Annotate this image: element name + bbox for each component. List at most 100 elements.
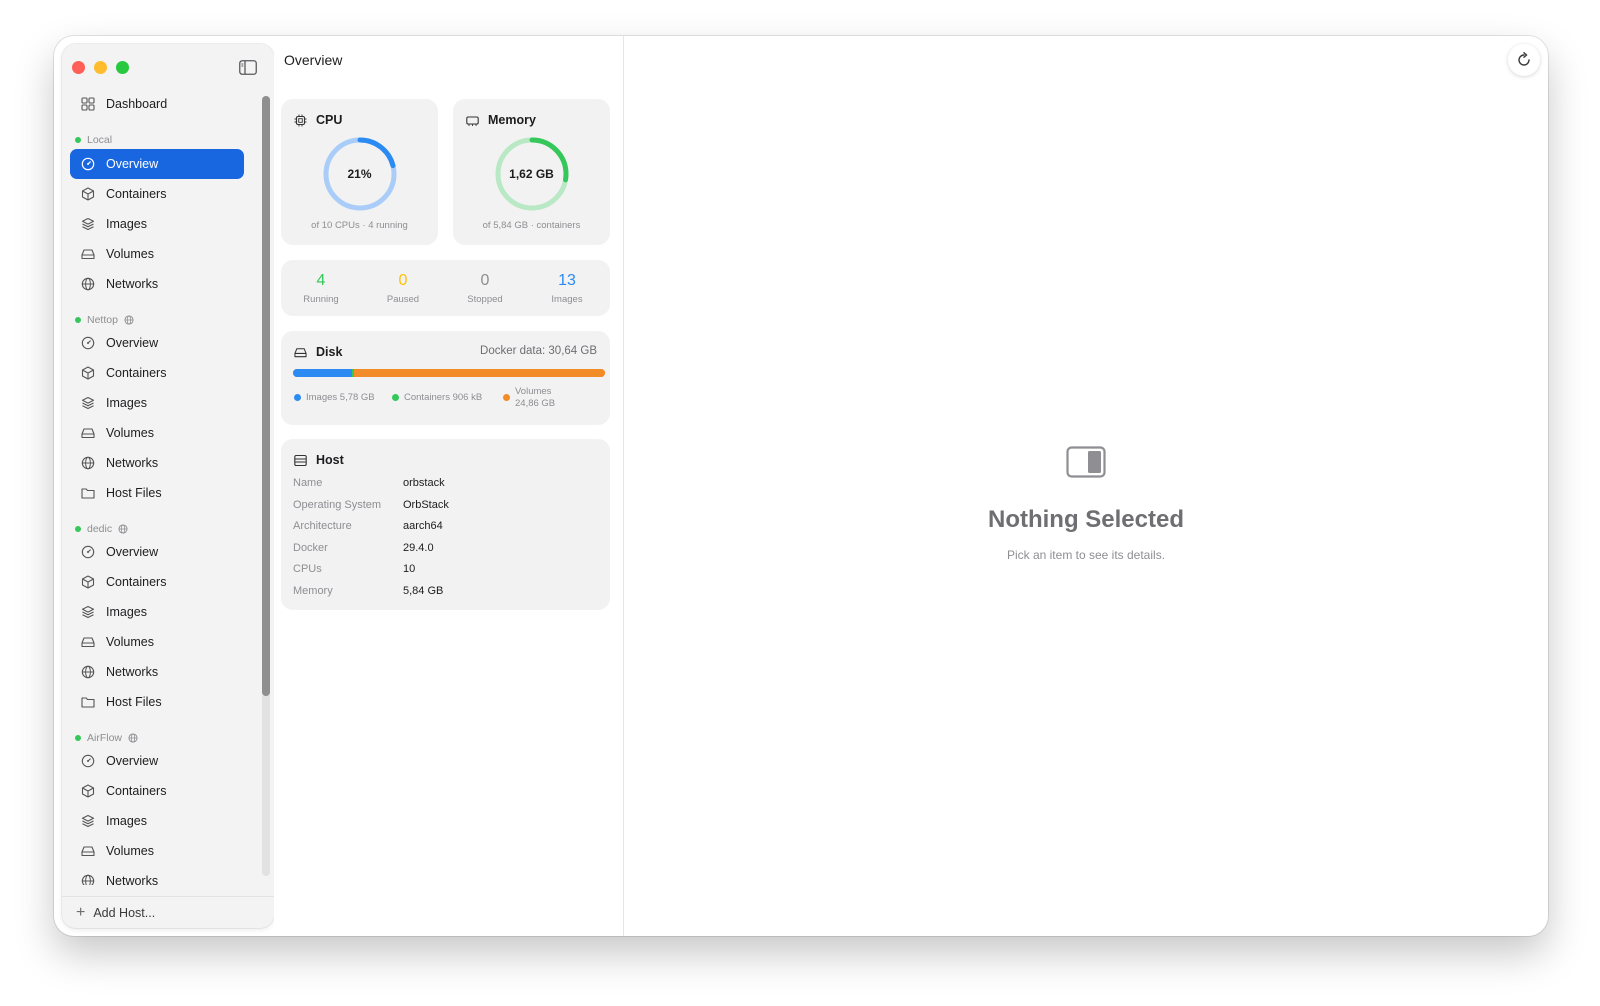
sidebar-item-nettop-overview[interactable]: Overview — [70, 328, 244, 358]
stat-stopped-label: Stopped — [467, 294, 503, 305]
legend-dot-containers — [392, 394, 399, 401]
globe-icon — [81, 874, 95, 885]
layers-icon — [81, 217, 95, 231]
sidebar-item-label: Overview — [106, 157, 159, 171]
host-row-key: Architecture — [293, 520, 352, 532]
stat-running-label: Running — [303, 294, 339, 305]
sidebar-item-label: Containers — [106, 187, 167, 201]
cpu-value: 21% — [347, 167, 372, 181]
host-group-local: Local — [75, 132, 112, 148]
memory-card: Memory 1,62 GB of 5,84 GB · containers — [453, 99, 610, 245]
zoom-window-button[interactable] — [116, 61, 129, 74]
sidebar-item-dedic-networks[interactable]: Networks — [70, 657, 244, 687]
sidebar-scrollbar-thumb[interactable] — [262, 96, 270, 696]
memory-subtitle: of 5,84 GB · containers — [482, 220, 581, 231]
cpu-card-title: CPU — [294, 113, 342, 127]
status-dot — [75, 526, 81, 532]
sidebar-item-label: Containers — [106, 575, 167, 589]
sidebar-item-local-overview[interactable]: Overview — [70, 149, 244, 179]
sidebar-item-label: Overview — [106, 336, 159, 350]
sidebar-item-airflow-containers[interactable]: Containers — [70, 776, 244, 806]
status-dot — [75, 137, 81, 143]
sidebar: Dashboard Local Overview Containers Imag… — [62, 44, 274, 928]
box-icon — [81, 187, 95, 201]
legend-containers: Containers 906 kB — [392, 392, 482, 403]
refresh-button[interactable] — [1508, 44, 1540, 76]
sidebar-item-airflow-images[interactable]: Images — [70, 806, 244, 836]
sidebar-item-dedic-host-files[interactable]: Host Files — [70, 687, 244, 717]
sidebar-item-airflow-volumes[interactable]: Volumes — [70, 836, 244, 866]
stat-stopped-value: 0 — [480, 272, 490, 289]
stat-paused-label: Paused — [386, 294, 420, 305]
sidebar-item-airflow-networks[interactable]: Networks — [70, 866, 244, 885]
drive-icon — [81, 637, 95, 648]
host-card-title: Host — [294, 453, 344, 467]
host-row-key: Memory — [293, 585, 333, 597]
sidebar-item-nettop-host-files[interactable]: Host Files — [70, 478, 244, 508]
layers-icon — [81, 814, 95, 828]
sidebar-item-dedic-containers[interactable]: Containers — [70, 567, 244, 597]
plus-icon: + — [76, 903, 86, 921]
sidebar-item-dashboard[interactable]: Dashboard — [70, 89, 244, 119]
empty-state-subtitle: Pick an item to see its details. — [1006, 548, 1166, 562]
dashboard-icon — [81, 97, 95, 111]
host-group-name: dedic — [87, 523, 113, 535]
minimize-window-button[interactable] — [94, 61, 107, 74]
sidebar-item-nettop-containers[interactable]: Containers — [70, 358, 244, 388]
disk-bar-volumes-segment — [353, 369, 605, 377]
sidebar-item-label: Images — [106, 217, 147, 231]
sidebar-item-dedic-overview[interactable]: Overview — [70, 537, 244, 567]
stat-running-value: 4 — [316, 272, 326, 289]
stat-images-value: 13 — [558, 272, 576, 289]
stat-images-label: Images — [551, 294, 583, 305]
sidebar-item-nettop-networks[interactable]: Networks — [70, 448, 244, 478]
legend-volumes: Volumes 24,86 GB — [503, 386, 555, 410]
folder-icon — [81, 488, 95, 499]
sidebar-item-airflow-overview[interactable]: Overview — [70, 746, 244, 776]
sidebar-item-label: Networks — [106, 277, 159, 291]
host-row-value: aarch64 — [403, 520, 443, 532]
drive-icon — [81, 428, 95, 439]
globe-icon — [128, 733, 138, 743]
sidebar-item-local-containers[interactable]: Containers — [70, 179, 244, 209]
box-icon — [81, 575, 95, 589]
add-host-button[interactable]: + Add Host... — [62, 896, 274, 928]
page-title: Overview — [284, 52, 343, 68]
sidebar-item-local-volumes[interactable]: Volumes — [70, 239, 244, 269]
empty-state-title: Nothing Selected — [987, 506, 1185, 533]
sidebar-item-label: Host Files — [106, 486, 162, 500]
sidebar-item-label: Volumes — [106, 635, 154, 649]
status-dot — [75, 735, 81, 741]
sidebar-item-nettop-volumes[interactable]: Volumes — [70, 418, 244, 448]
sidebar-item-label: Volumes — [106, 247, 154, 261]
cpu-icon — [294, 114, 307, 126]
window-controls — [72, 61, 129, 74]
layers-icon — [81, 605, 95, 619]
toggle-sidebar-icon[interactable] — [239, 60, 257, 75]
sidebar-item-label: Containers — [106, 366, 167, 380]
host-group-airflow: AirFlow — [75, 730, 138, 746]
close-window-button[interactable] — [72, 61, 85, 74]
gauge-icon — [81, 336, 95, 350]
sidebar-item-nettop-images[interactable]: Images — [70, 388, 244, 418]
sidebar-item-dedic-images[interactable]: Images — [70, 597, 244, 627]
cpu-card: CPU 21% of 10 CPUs · 4 running — [281, 99, 438, 245]
status-dot — [75, 317, 81, 323]
legend-images-label: Images 5,78 GB — [306, 392, 375, 403]
memory-chip-icon — [466, 115, 479, 126]
sidebar-item-local-images[interactable]: Images — [70, 209, 244, 239]
sidebar-item-dedic-volumes[interactable]: Volumes — [70, 627, 244, 657]
legend-volumes-text: Volumes 24,86 GB — [515, 386, 555, 410]
host-card-label: Host — [316, 453, 344, 467]
sidebar-item-label: Host Files — [106, 695, 162, 709]
box-icon — [81, 784, 95, 798]
sidebar-item-local-networks[interactable]: Networks — [70, 269, 244, 299]
globe-icon — [124, 315, 134, 325]
cpu-card-label: CPU — [316, 113, 343, 127]
sidebar-panel-icon — [1066, 446, 1106, 478]
refresh-icon — [1518, 52, 1530, 66]
sidebar-item-label: Overview — [106, 754, 159, 768]
host-row-value: 5,84 GB — [403, 585, 444, 597]
box-icon — [81, 366, 95, 380]
sidebar-item-label: Images — [106, 396, 147, 410]
